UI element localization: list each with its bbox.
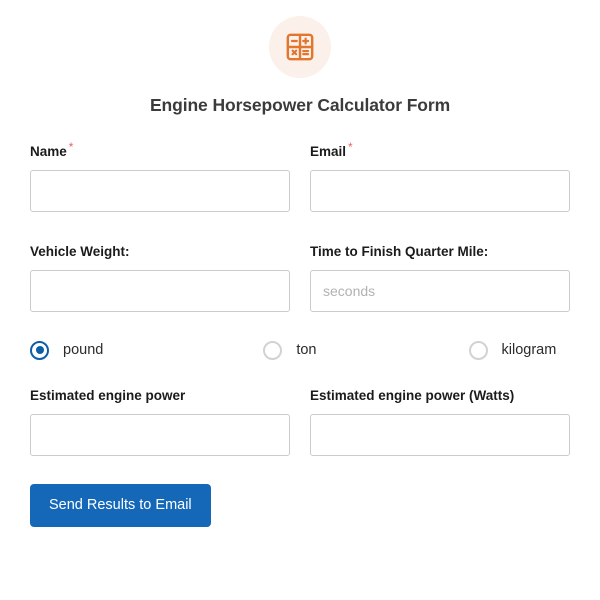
weight-unit-radio-group: pound ton kilogram	[30, 338, 570, 362]
field-group-vehicle-weight: Vehicle Weight:	[30, 244, 290, 312]
field-group-estimated-power: Estimated engine power	[30, 388, 290, 456]
row-spacer	[30, 212, 570, 244]
radio-label-kilogram: kilogram	[501, 341, 557, 358]
estimated-power-watts-label: Estimated engine power (Watts)	[310, 388, 515, 403]
form-header: Engine Horsepower Calculator Form	[0, 0, 600, 116]
field-group-name: Name *	[30, 141, 290, 212]
radio-option-kilogram[interactable]: kilogram	[468, 340, 557, 360]
radio-label-ton: ton	[296, 341, 317, 358]
name-label-text: Name	[30, 144, 67, 159]
field-group-quarter-mile-time: Time to Finish Quarter Mile:	[310, 244, 570, 312]
radio-mark-ton[interactable]	[263, 340, 283, 360]
radio-mark-pound[interactable]	[30, 340, 49, 360]
field-group-estimated-power-watts: Estimated engine power (Watts)	[310, 388, 570, 456]
radio-label-pound: pound	[63, 341, 104, 358]
submit-row: Send Results to Email	[30, 484, 570, 527]
radio-mark-kilogram[interactable]	[468, 340, 488, 360]
quarter-mile-time-label: Time to Finish Quarter Mile:	[310, 244, 489, 259]
form-row-results: Estimated engine power Estimated engine …	[30, 388, 570, 456]
required-asterisk: *	[348, 139, 353, 154]
estimated-power-label: Estimated engine power	[30, 388, 186, 403]
form-row-contact: Name * Email *	[30, 141, 570, 212]
email-label-text: Email	[310, 144, 347, 159]
form-row-measurements: Vehicle Weight: Time to Finish Quarter M…	[30, 244, 570, 312]
form-body: Name * Email * Vehicle Weight: Time to Fin…	[0, 141, 600, 527]
name-input[interactable]	[30, 170, 290, 212]
estimated-power-watts-input[interactable]	[310, 414, 570, 456]
estimated-power-input[interactable]	[30, 414, 290, 456]
name-label: Name *	[30, 141, 290, 160]
radio-option-pound[interactable]: pound	[30, 340, 104, 360]
field-group-email: Email *	[310, 141, 570, 212]
email-label: Email *	[310, 141, 570, 160]
vehicle-weight-label: Vehicle Weight:	[30, 244, 130, 259]
email-input[interactable]	[310, 170, 570, 212]
required-asterisk: *	[68, 139, 74, 154]
radio-option-ton[interactable]: ton	[263, 340, 317, 360]
page-title: Engine Horsepower Calculator Form	[149, 95, 451, 115]
send-results-to-email-button[interactable]: Send Results to Email	[30, 484, 211, 527]
quarter-mile-time-input[interactable]	[310, 270, 570, 312]
form-logo	[269, 16, 331, 78]
calculator-icon	[285, 32, 315, 62]
vehicle-weight-input[interactable]	[30, 270, 290, 312]
form-page: Engine Horsepower Calculator Form Name * …	[0, 0, 600, 600]
